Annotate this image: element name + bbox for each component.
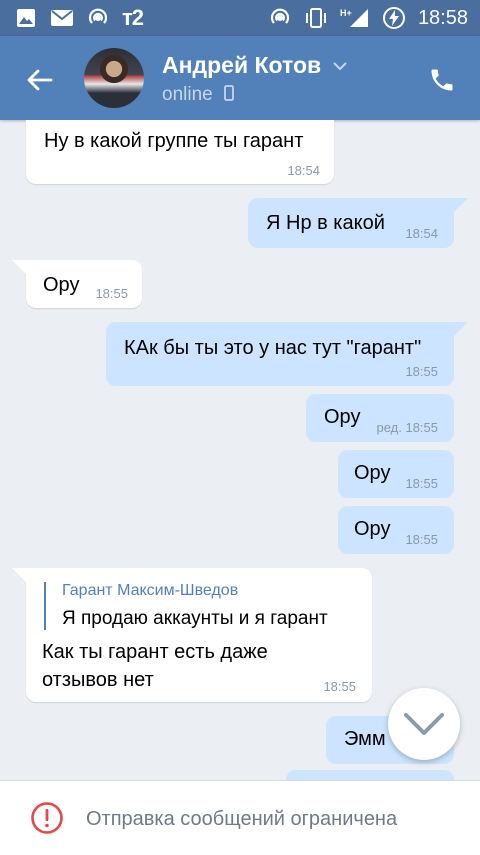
call-button[interactable] — [428, 66, 456, 99]
contact-name[interactable]: Андрей Котов — [162, 52, 321, 79]
message-text: Ору — [43, 274, 80, 296]
chevron-down-icon — [404, 713, 444, 735]
quoted-text: Я продаю аккаунты и я гарант — [62, 608, 328, 629]
message-time: 18:55 — [405, 476, 438, 491]
quoted-author[interactable]: Гарант Максим-Шведов — [62, 582, 238, 600]
message-time: 18:55 — [405, 364, 438, 379]
message-outgoing[interactable]: Ору ред. 18:55 — [306, 394, 454, 442]
restriction-notice: Отправка сообщений ограничена — [86, 808, 398, 830]
message-text-line: отзывов нет — [42, 669, 154, 691]
message-time: 18:54 — [405, 226, 438, 241]
message-time: ред. 18:55 — [376, 420, 438, 435]
message-outgoing[interactable]: Я Нр в какой 18:54 — [248, 198, 468, 248]
back-button[interactable] — [22, 62, 58, 98]
signal-icon: H+ — [340, 6, 370, 30]
message-time: 18:55 — [95, 286, 128, 301]
hotspot-icon — [268, 6, 292, 30]
image-icon — [14, 6, 38, 30]
quote-bar — [44, 582, 46, 630]
warning-icon — [30, 801, 64, 840]
message-text-line: Как ты гарант есть даже — [42, 641, 268, 663]
network-type-label: H+ — [340, 8, 352, 18]
message-time: 18:54 — [287, 163, 320, 178]
status-bar: т2 H+ 18:58 — [0, 0, 480, 36]
message-outgoing[interactable]: Ору 18:55 — [338, 506, 454, 554]
hotspot-icon — [86, 6, 110, 30]
scroll-down-button[interactable] — [388, 688, 460, 760]
chat-header: Андрей Котов online — [0, 36, 480, 120]
phone-icon — [431, 69, 453, 91]
message-outgoing[interactable]: Ору 18:55 — [338, 450, 454, 498]
message-text: Ору — [354, 518, 391, 540]
contact-status: online — [162, 84, 234, 106]
message-incoming[interactable]: Ору 18:55 — [12, 260, 142, 308]
message-text: Ну в какой группе ты гарант — [44, 130, 304, 152]
message-text: Как ты гарант есть даже отзывов нет — [42, 638, 268, 694]
chevron-down-icon[interactable] — [332, 58, 348, 76]
carrier-label: т2 — [122, 5, 144, 30]
message-text: КАк бы ты это у нас тут "гарант" — [124, 337, 422, 359]
message-text: Ору — [324, 406, 361, 428]
message-incoming-reply[interactable]: Гарант Максим-Шведов Я продаю аккаунты и… — [12, 568, 372, 702]
message-text: Эмм — [344, 728, 386, 750]
message-text: Ору — [354, 462, 391, 484]
mail-icon — [50, 6, 74, 30]
mobile-phone-icon — [224, 85, 234, 101]
status-text: online — [162, 84, 213, 105]
message-time: 18:55 — [323, 679, 356, 694]
message-outgoing[interactable] — [286, 770, 454, 780]
message-list[interactable]: Ну в какой группе ты гарант 18:54 Я Нр в… — [0, 120, 480, 780]
clock: 18:58 — [417, 7, 468, 29]
message-text: Я Нр в какой — [266, 212, 385, 234]
composer-disabled-bar: Отправка сообщений ограничена — [0, 780, 480, 855]
avatar[interactable] — [84, 48, 144, 108]
arrow-left-icon — [27, 69, 53, 91]
vibrate-icon — [304, 6, 328, 30]
battery-charging-icon — [382, 6, 406, 30]
message-incoming[interactable]: Ну в какой группе ты гарант 18:54 — [26, 120, 334, 184]
message-outgoing[interactable]: КАк бы ты это у нас тут "гарант" 18:55 — [106, 322, 468, 386]
message-time: 18:55 — [405, 532, 438, 547]
